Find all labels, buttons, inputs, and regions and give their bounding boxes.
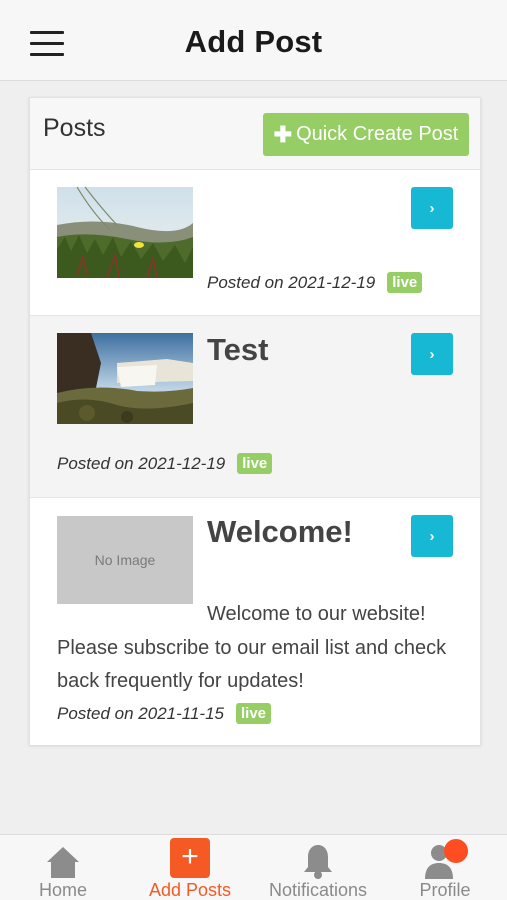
- plus-icon: ✚: [273, 121, 293, 147]
- post-date: Posted on 2021-12-19: [57, 453, 226, 473]
- status-badge: live: [237, 453, 273, 474]
- users-icon: [420, 835, 470, 879]
- bell-icon: [293, 835, 343, 879]
- tab-home[interactable]: Home: [23, 835, 103, 900]
- tab-add-posts[interactable]: + Add Posts: [140, 835, 240, 900]
- notification-badge-dot: [444, 839, 468, 863]
- post-list-item[interactable]: No Image Welcome! › Welcome to our websi…: [30, 498, 480, 745]
- post-list-item[interactable]: Test › Posted on 2021-12-19 live: [30, 316, 480, 498]
- post-date: Posted on 2021-12-19: [207, 272, 376, 292]
- open-post-button[interactable]: ›: [411, 187, 453, 229]
- post-meta: Posted on 2021-11-15 live: [57, 703, 272, 724]
- bottom-tab-bar: Home + Add Posts Notifications Profile: [0, 834, 507, 900]
- home-icon: [38, 835, 88, 879]
- posts-panel-header: Posts ✚ Quick Create Post: [30, 98, 480, 170]
- post-title: Welcome!: [207, 514, 353, 549]
- page-title: Add Post: [184, 24, 323, 59]
- tab-label: Home: [38, 880, 87, 900]
- post-date: Posted on 2021-11-15: [57, 703, 224, 723]
- tab-notifications[interactable]: Notifications: [258, 835, 378, 900]
- post-thumbnail-meadow: [57, 187, 193, 278]
- post-excerpt: Welcome to our website! Please subscribe…: [57, 603, 447, 692]
- tab-label: Notifications: [268, 880, 368, 900]
- app-header: Add Post: [0, 0, 507, 81]
- post-thumbnail-waterfall: [57, 333, 193, 424]
- open-post-button[interactable]: ›: [411, 515, 453, 557]
- post-meta: Posted on 2021-12-19 live: [57, 453, 273, 474]
- post-title: Test: [207, 332, 269, 367]
- plus-icon: +: [165, 835, 215, 879]
- tab-profile[interactable]: Profile: [405, 835, 485, 900]
- posts-panel: Posts ✚ Quick Create Post › Posted on 20…: [29, 97, 481, 745]
- quick-create-post-label: Quick Create Post: [296, 123, 459, 145]
- post-thumbnail-placeholder: No Image: [57, 516, 193, 604]
- status-badge: live: [387, 272, 423, 293]
- posts-panel-title: Posts: [43, 114, 106, 142]
- post-meta: Posted on 2021-12-19 live: [207, 272, 423, 293]
- tab-label: Profile: [419, 880, 471, 900]
- open-post-button[interactable]: ›: [411, 333, 453, 375]
- post-list-item[interactable]: › Posted on 2021-12-19 live: [30, 170, 480, 316]
- tab-label: Add Posts: [148, 880, 232, 900]
- status-badge: live: [235, 703, 272, 724]
- quick-create-post-button[interactable]: ✚ Quick Create Post: [263, 113, 469, 156]
